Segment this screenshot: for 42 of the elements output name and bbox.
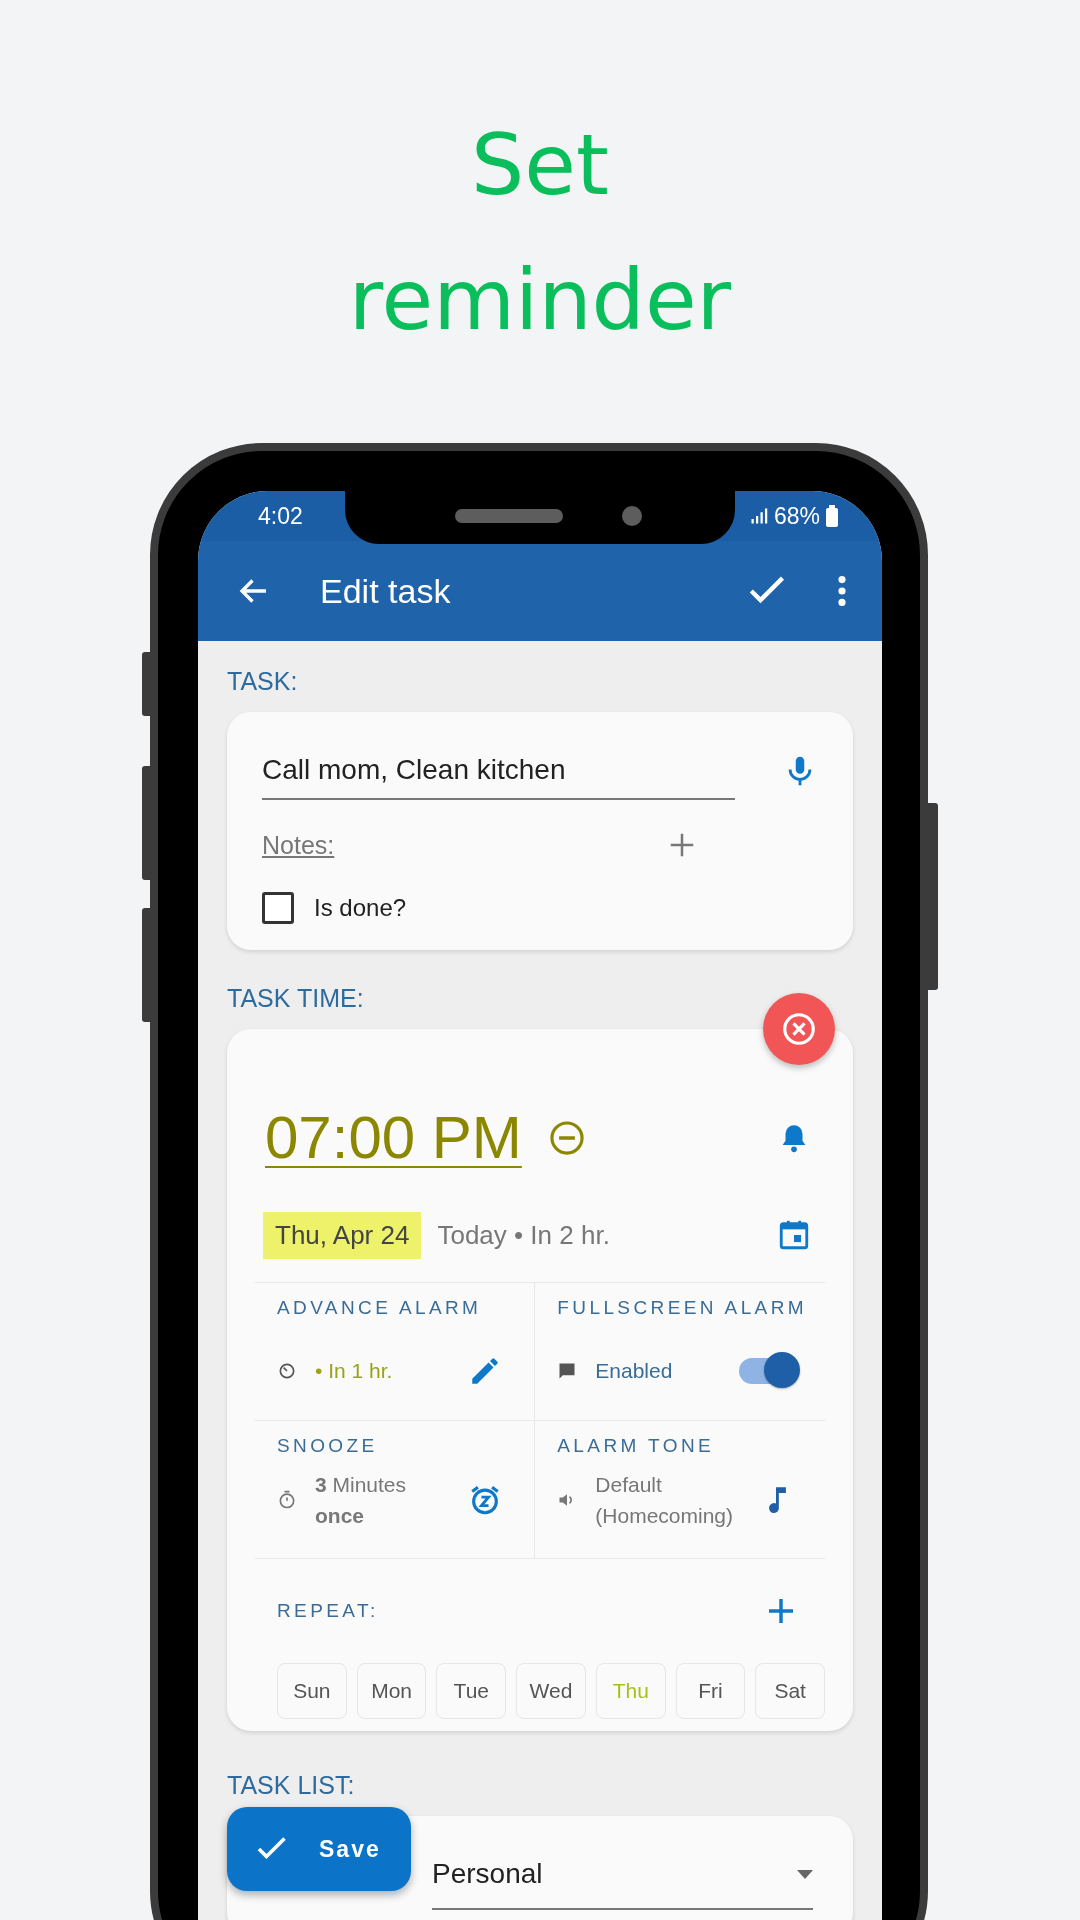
weekday-button[interactable]: Wed: [516, 1663, 586, 1719]
weekday-button[interactable]: Fri: [675, 1663, 746, 1719]
task-input-field[interactable]: Call mom, Clean kitchen: [262, 742, 735, 800]
section-label: TASK TIME:: [227, 984, 364, 1013]
timer-icon: [277, 1361, 297, 1381]
setting-label: ADVANCE ALARM: [277, 1297, 482, 1319]
setting-label: FULLSCREEN ALARM: [557, 1297, 808, 1319]
notes-link[interactable]: Notes:: [262, 830, 559, 860]
more-icon: [838, 576, 846, 606]
checkbox[interactable]: [262, 892, 294, 924]
setting-label: ALARM TONE: [557, 1435, 715, 1457]
stopwatch-icon: [277, 1490, 297, 1510]
weekday-button[interactable]: Sun: [277, 1663, 347, 1719]
snooze-repeat: once: [315, 1503, 365, 1529]
save-button[interactable]: Save: [227, 1807, 411, 1891]
battery-level: 68%: [773, 502, 820, 530]
close-circle-icon: [780, 1010, 818, 1048]
status-time: 4:02: [258, 502, 303, 530]
battery-icon: [826, 505, 838, 527]
time-value[interactable]: 07:00 PM: [265, 1103, 522, 1172]
checkbox-label: Is done?: [314, 894, 407, 922]
fullscreen-alarm-value: Enabled: [595, 1359, 674, 1383]
repeat-label: REPEAT:: [277, 1600, 379, 1622]
task-list-dropdown[interactable]: Personal: [432, 1846, 813, 1910]
section-label: TASK:: [227, 667, 298, 696]
date-chip[interactable]: Thu, Apr 24: [263, 1211, 422, 1259]
relative-time: Today • In 2 hr.: [437, 1219, 611, 1251]
minus-circle-icon: [547, 1118, 586, 1157]
dropdown-arrow-icon: [797, 1869, 813, 1879]
calendar-icon: [777, 1218, 811, 1252]
screen-title: Edit task: [320, 571, 452, 611]
weekday-button[interactable]: Sat: [755, 1663, 826, 1719]
headline: Set reminder: [348, 115, 732, 351]
advance-alarm-value: • In 1 hr.: [315, 1359, 394, 1383]
alarm-tone-value: Default (Homecoming): [595, 1472, 733, 1529]
remove-time-button[interactable]: [763, 993, 835, 1065]
weekday-button[interactable]: Mon: [356, 1663, 427, 1719]
snooze-duration: 3 Minutes: [315, 1472, 408, 1498]
message-icon: [557, 1361, 578, 1381]
weekday-button[interactable]: Tue: [436, 1663, 507, 1719]
section-label: TASK LIST:: [227, 1771, 355, 1800]
setting-label: SNOOZE: [277, 1435, 378, 1457]
